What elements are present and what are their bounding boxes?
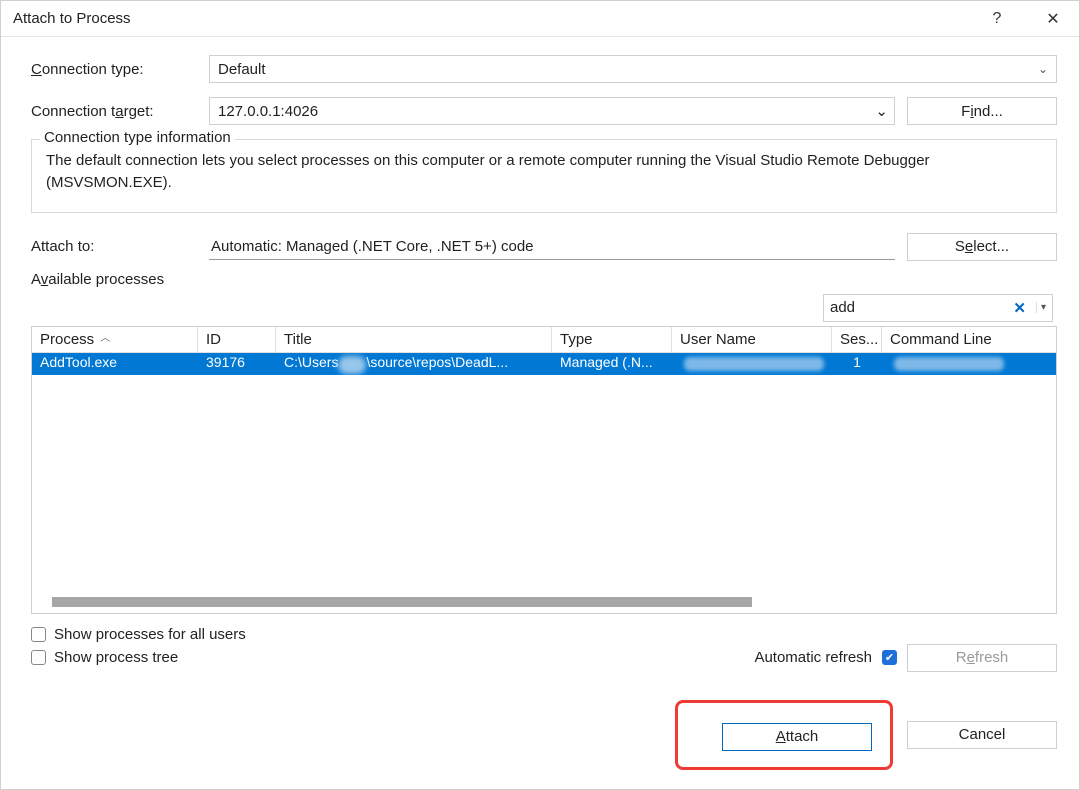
redacted-cmd <box>894 357 1004 371</box>
cancel-button[interactable]: Cancel <box>907 721 1057 749</box>
auto-refresh-checkbox[interactable]: ✔ <box>882 650 897 665</box>
close-icon[interactable]: ✕ <box>1037 9 1069 29</box>
available-processes-section: Available processes add ✕ ▾ Process︿ ID … <box>31 271 1057 672</box>
attach-to-process-dialog: Attach to Process ? ✕ Connection type: D… <box>0 0 1080 790</box>
connection-info-text: The default connection lets you select p… <box>46 150 1042 194</box>
connection-target-row: Connection target: 127.0.0.1:4026 ⌄ Find… <box>31 97 1057 125</box>
table-row[interactable]: AddTool.exe 39176 C:\Users\source\repos\… <box>32 353 1056 375</box>
connection-info-legend: Connection type information <box>40 129 235 146</box>
cell-ses: 1 <box>832 353 882 375</box>
checkbox-icon <box>31 650 46 665</box>
col-cmd[interactable]: Command Line <box>882 327 1056 352</box>
show-all-users-checkbox[interactable]: Show processes for all users <box>31 626 1057 643</box>
checkbox-icon <box>31 627 46 642</box>
cell-title: C:\Users\source\repos\DeadL... <box>276 353 552 375</box>
connection-type-value: Default <box>218 61 266 78</box>
find-button[interactable]: Find... <box>907 97 1057 125</box>
process-grid[interactable]: Process︿ ID Title Type User Name Ses... … <box>31 326 1057 614</box>
cell-type: Managed (.N... <box>552 353 672 375</box>
redacted-title <box>338 356 366 374</box>
connection-type-row: Connection type: Default ⌄ <box>31 55 1057 83</box>
dialog-footer: Attach Cancel <box>1 682 1079 788</box>
cell-id: 39176 <box>198 353 276 375</box>
attach-highlight-box: Attach <box>675 700 893 770</box>
titlebar: Attach to Process ? ✕ <box>1 1 1079 37</box>
connection-type-combo[interactable]: Default ⌄ <box>209 55 1057 83</box>
redacted-user <box>684 357 824 371</box>
chevron-down-icon: ⌄ <box>875 102 888 120</box>
connection-type-info: Connection type information The default … <box>31 139 1057 213</box>
filter-value: add <box>830 299 1003 316</box>
help-icon[interactable]: ? <box>981 10 1013 28</box>
window-title: Attach to Process <box>13 10 131 27</box>
col-title[interactable]: Title <box>276 327 552 352</box>
col-id[interactable]: ID <box>198 327 276 352</box>
auto-refresh-label: Automatic refresh <box>754 649 872 666</box>
attach-to-label: Attach to: <box>31 238 209 255</box>
attach-to-value: Automatic: Managed (.NET Core, .NET 5+) … <box>209 234 895 260</box>
connection-target-input[interactable]: 127.0.0.1:4026 ⌄ <box>209 97 895 125</box>
window-controls: ? ✕ <box>981 9 1069 29</box>
clear-filter-icon[interactable]: ✕ <box>1009 299 1030 317</box>
col-process[interactable]: Process︿ <box>32 327 198 352</box>
horizontal-scrollbar[interactable] <box>52 597 752 607</box>
connection-type-label: Connection type: <box>31 61 209 78</box>
connection-target-value: 127.0.0.1:4026 <box>218 103 318 120</box>
attach-to-row: Attach to: Automatic: Managed (.NET Core… <box>31 233 1057 261</box>
cell-user <box>672 353 832 375</box>
col-type[interactable]: Type <box>552 327 672 352</box>
available-processes-label: Available processes <box>31 271 1057 288</box>
col-ses[interactable]: Ses... <box>832 327 882 352</box>
filter-input[interactable]: add ✕ ▾ <box>823 294 1053 322</box>
cell-cmd <box>882 353 1056 375</box>
grid-header: Process︿ ID Title Type User Name Ses... … <box>32 327 1056 353</box>
col-user[interactable]: User Name <box>672 327 832 352</box>
refresh-button[interactable]: Refresh <box>907 644 1057 672</box>
cell-process: AddTool.exe <box>32 353 198 375</box>
attach-button[interactable]: Attach <box>722 723 872 751</box>
filter-row: add ✕ ▾ <box>31 294 1057 322</box>
sort-asc-icon: ︿ <box>100 329 110 344</box>
filter-dropdown-icon[interactable]: ▾ <box>1036 302 1046 313</box>
select-button[interactable]: Select... <box>907 233 1057 261</box>
connection-target-label: Connection target: <box>31 103 209 120</box>
chevron-down-icon: ⌄ <box>1038 62 1048 76</box>
